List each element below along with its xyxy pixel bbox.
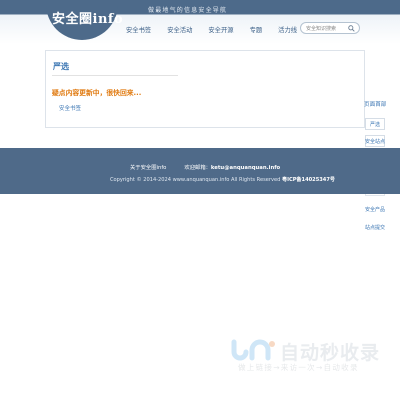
about-link[interactable]: 关于安全圈info [130,163,166,171]
copyright-text: Copyright © 2014-2024 www.anquanquan.inf… [110,177,282,183]
site-footer: 关于安全圈info 欢迎邮箱：ketu@anquanquan.info Copy… [0,148,400,194]
watermark-tagline: 做上链接→来访一次→自动收录 [238,363,359,372]
back-to-top-link[interactable]: 页面首部 [364,100,386,108]
site-slogan: 做最地气的信息安全导航 [148,7,228,14]
contact-email[interactable]: ketu@anquanquan.info [211,165,280,171]
watermark-logo-icon [231,339,275,361]
rail-item-sites[interactable]: 安全站点 [365,135,385,147]
nav-item-events[interactable]: 安全活动 [167,25,192,34]
nav-item-open-source[interactable]: 安全开源 [208,25,233,34]
search-icon[interactable] [348,25,355,32]
bookmarks-link[interactable]: 安全书签 [59,104,81,112]
contact: 欢迎邮箱：ketu@anquanquan.info [184,163,280,171]
update-notice: 疑点内容更新中，很快回来... [52,89,142,97]
watermark-brand: 自动秒收录 [280,342,381,364]
search-box [300,22,360,34]
search-input[interactable] [306,24,350,33]
icp-link[interactable]: 粤ICP备14025347号 [282,177,335,183]
copyright-line: Copyright © 2014-2024 www.anquanquan.inf… [110,176,335,183]
nav-item-bookmarks[interactable]: 安全书签 [126,25,151,34]
footer-links: 关于安全圈info 欢迎邮箱：ketu@anquanquan.info [130,163,280,171]
content-card: 严选 疑点内容更新中，很快回来... 安全书签 [45,50,365,128]
rail-item-products[interactable]: 安全产品 [365,203,385,215]
rail-item-submit[interactable]: 站点提交 [365,221,385,233]
divider [52,75,178,76]
nav-item-topics[interactable]: 专题 [250,25,263,34]
nav-item-live[interactable]: 活力线 [278,25,297,34]
contact-label: 欢迎邮箱： [184,165,211,171]
rail-item-featured[interactable]: 严选 [365,118,385,130]
site-logo[interactable]: 安全圈info [52,8,123,27]
card-title: 严选 [53,62,69,71]
main-nav: 安全书签 安全活动 安全开源 专题 活力线 [126,25,313,34]
